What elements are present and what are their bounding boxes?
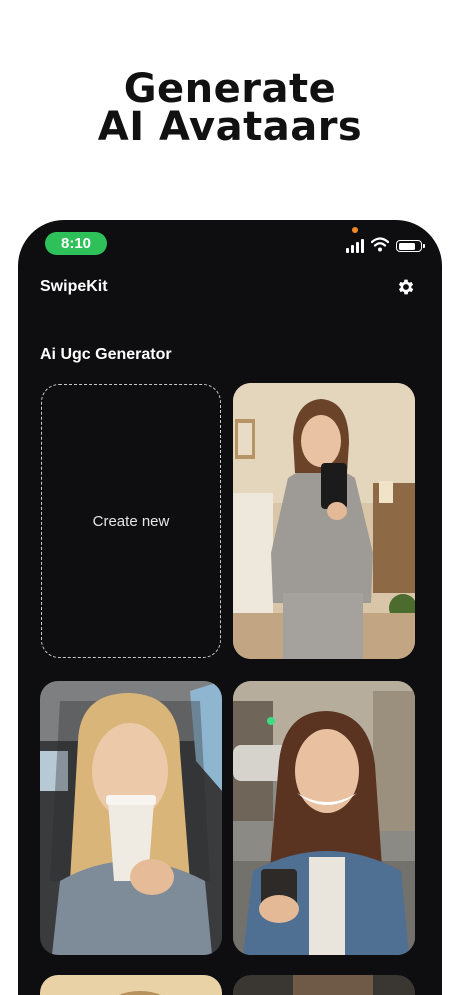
phone-screen: 8:10 SwipeKit Ai Ugc Generator Create ne… <box>18 220 442 995</box>
status-time: 8:10 <box>45 232 107 255</box>
status-bar: 8:10 <box>18 220 442 270</box>
avatar-partial-right[interactable] <box>233 975 415 995</box>
create-new-button[interactable]: Create new <box>41 384 221 658</box>
create-new-label: Create new <box>92 512 170 530</box>
gear-icon[interactable] <box>396 277 416 297</box>
promo-headline-line1: Generate <box>123 66 337 112</box>
signal-icon <box>346 239 366 253</box>
avatar-mirror-selfie-hoodie[interactable] <box>233 383 415 659</box>
camera-indicator-dot <box>352 227 358 233</box>
avatar-street-denim-jacket[interactable] <box>233 681 415 955</box>
promo-headline: Generate AI Avataars <box>0 66 460 150</box>
battery-icon <box>396 240 425 252</box>
avatar-partial-left[interactable] <box>40 975 222 995</box>
promo-headline-line2: AI Avataars <box>97 104 363 150</box>
app-title: SwipeKit <box>40 278 108 295</box>
wifi-icon <box>371 237 389 252</box>
section-title: Ai Ugc Generator <box>40 346 172 363</box>
avatar-coffee-car[interactable] <box>40 681 222 955</box>
